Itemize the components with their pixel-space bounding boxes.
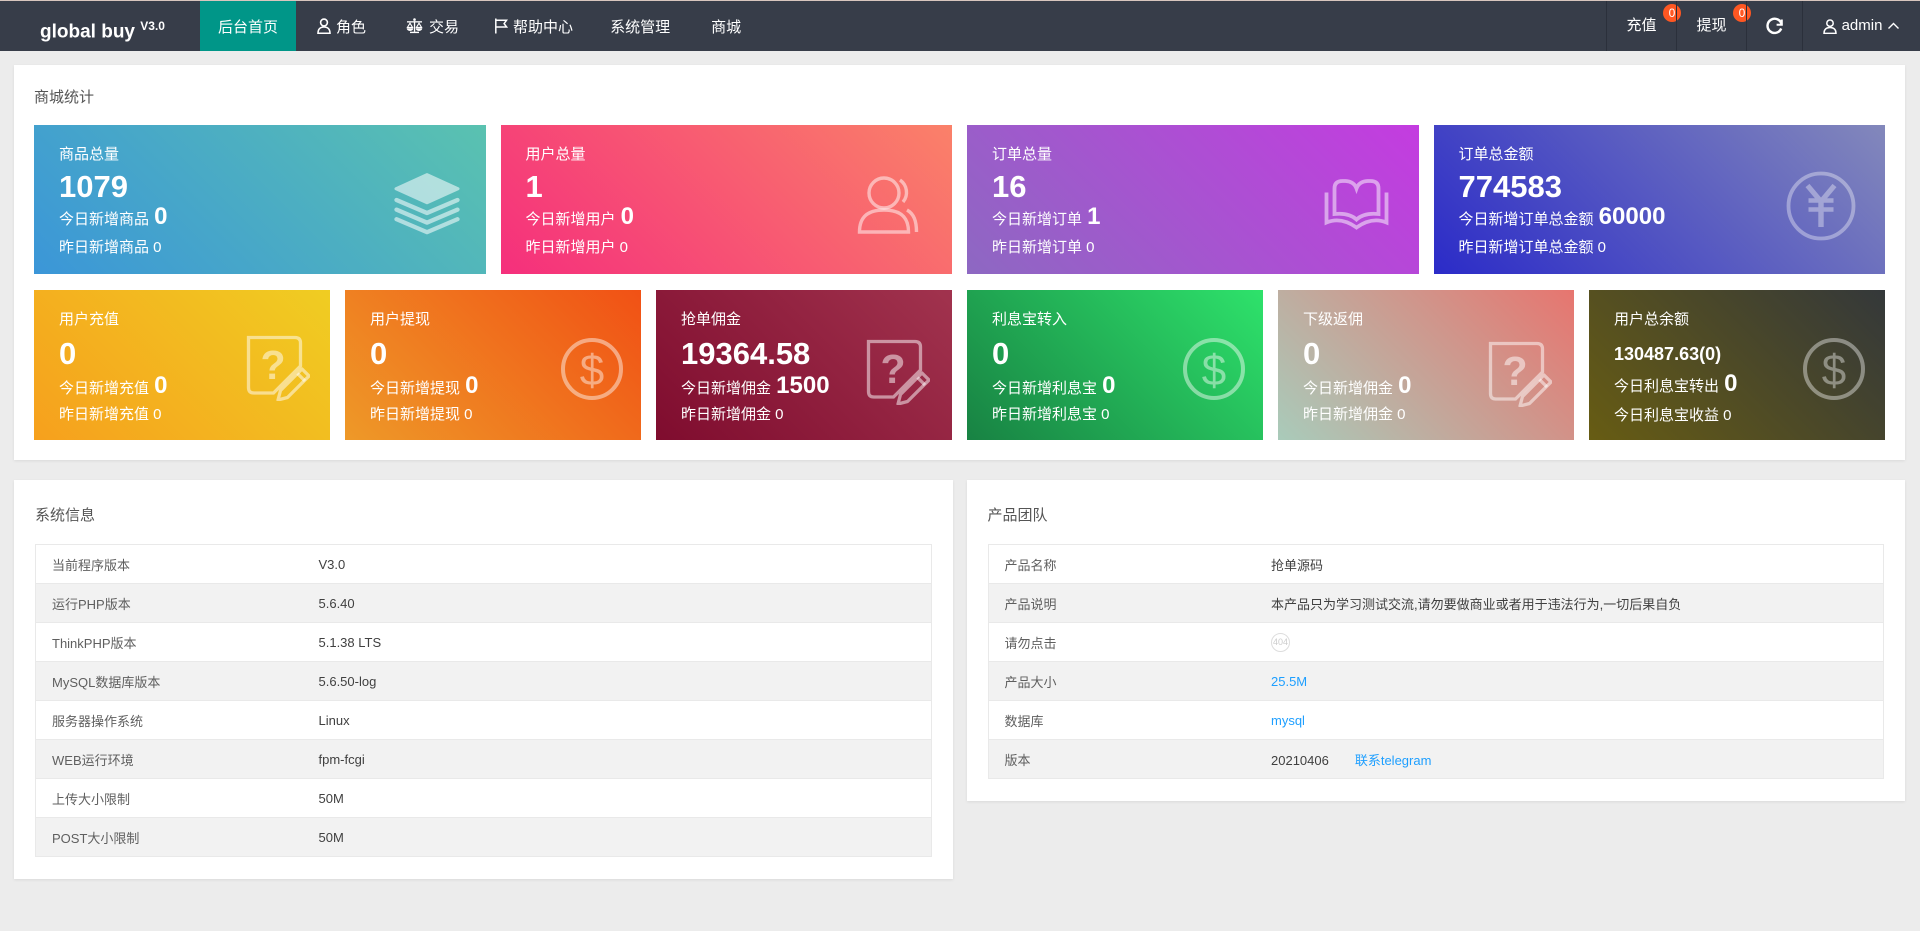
svg-text:$: $ bbox=[580, 346, 604, 395]
svg-text:?: ? bbox=[1502, 348, 1527, 394]
svg-text:$: $ bbox=[1822, 346, 1846, 395]
svg-text:$: $ bbox=[1202, 346, 1226, 395]
svg-text:?: ? bbox=[260, 342, 285, 388]
svg-text:?: ? bbox=[880, 346, 905, 392]
